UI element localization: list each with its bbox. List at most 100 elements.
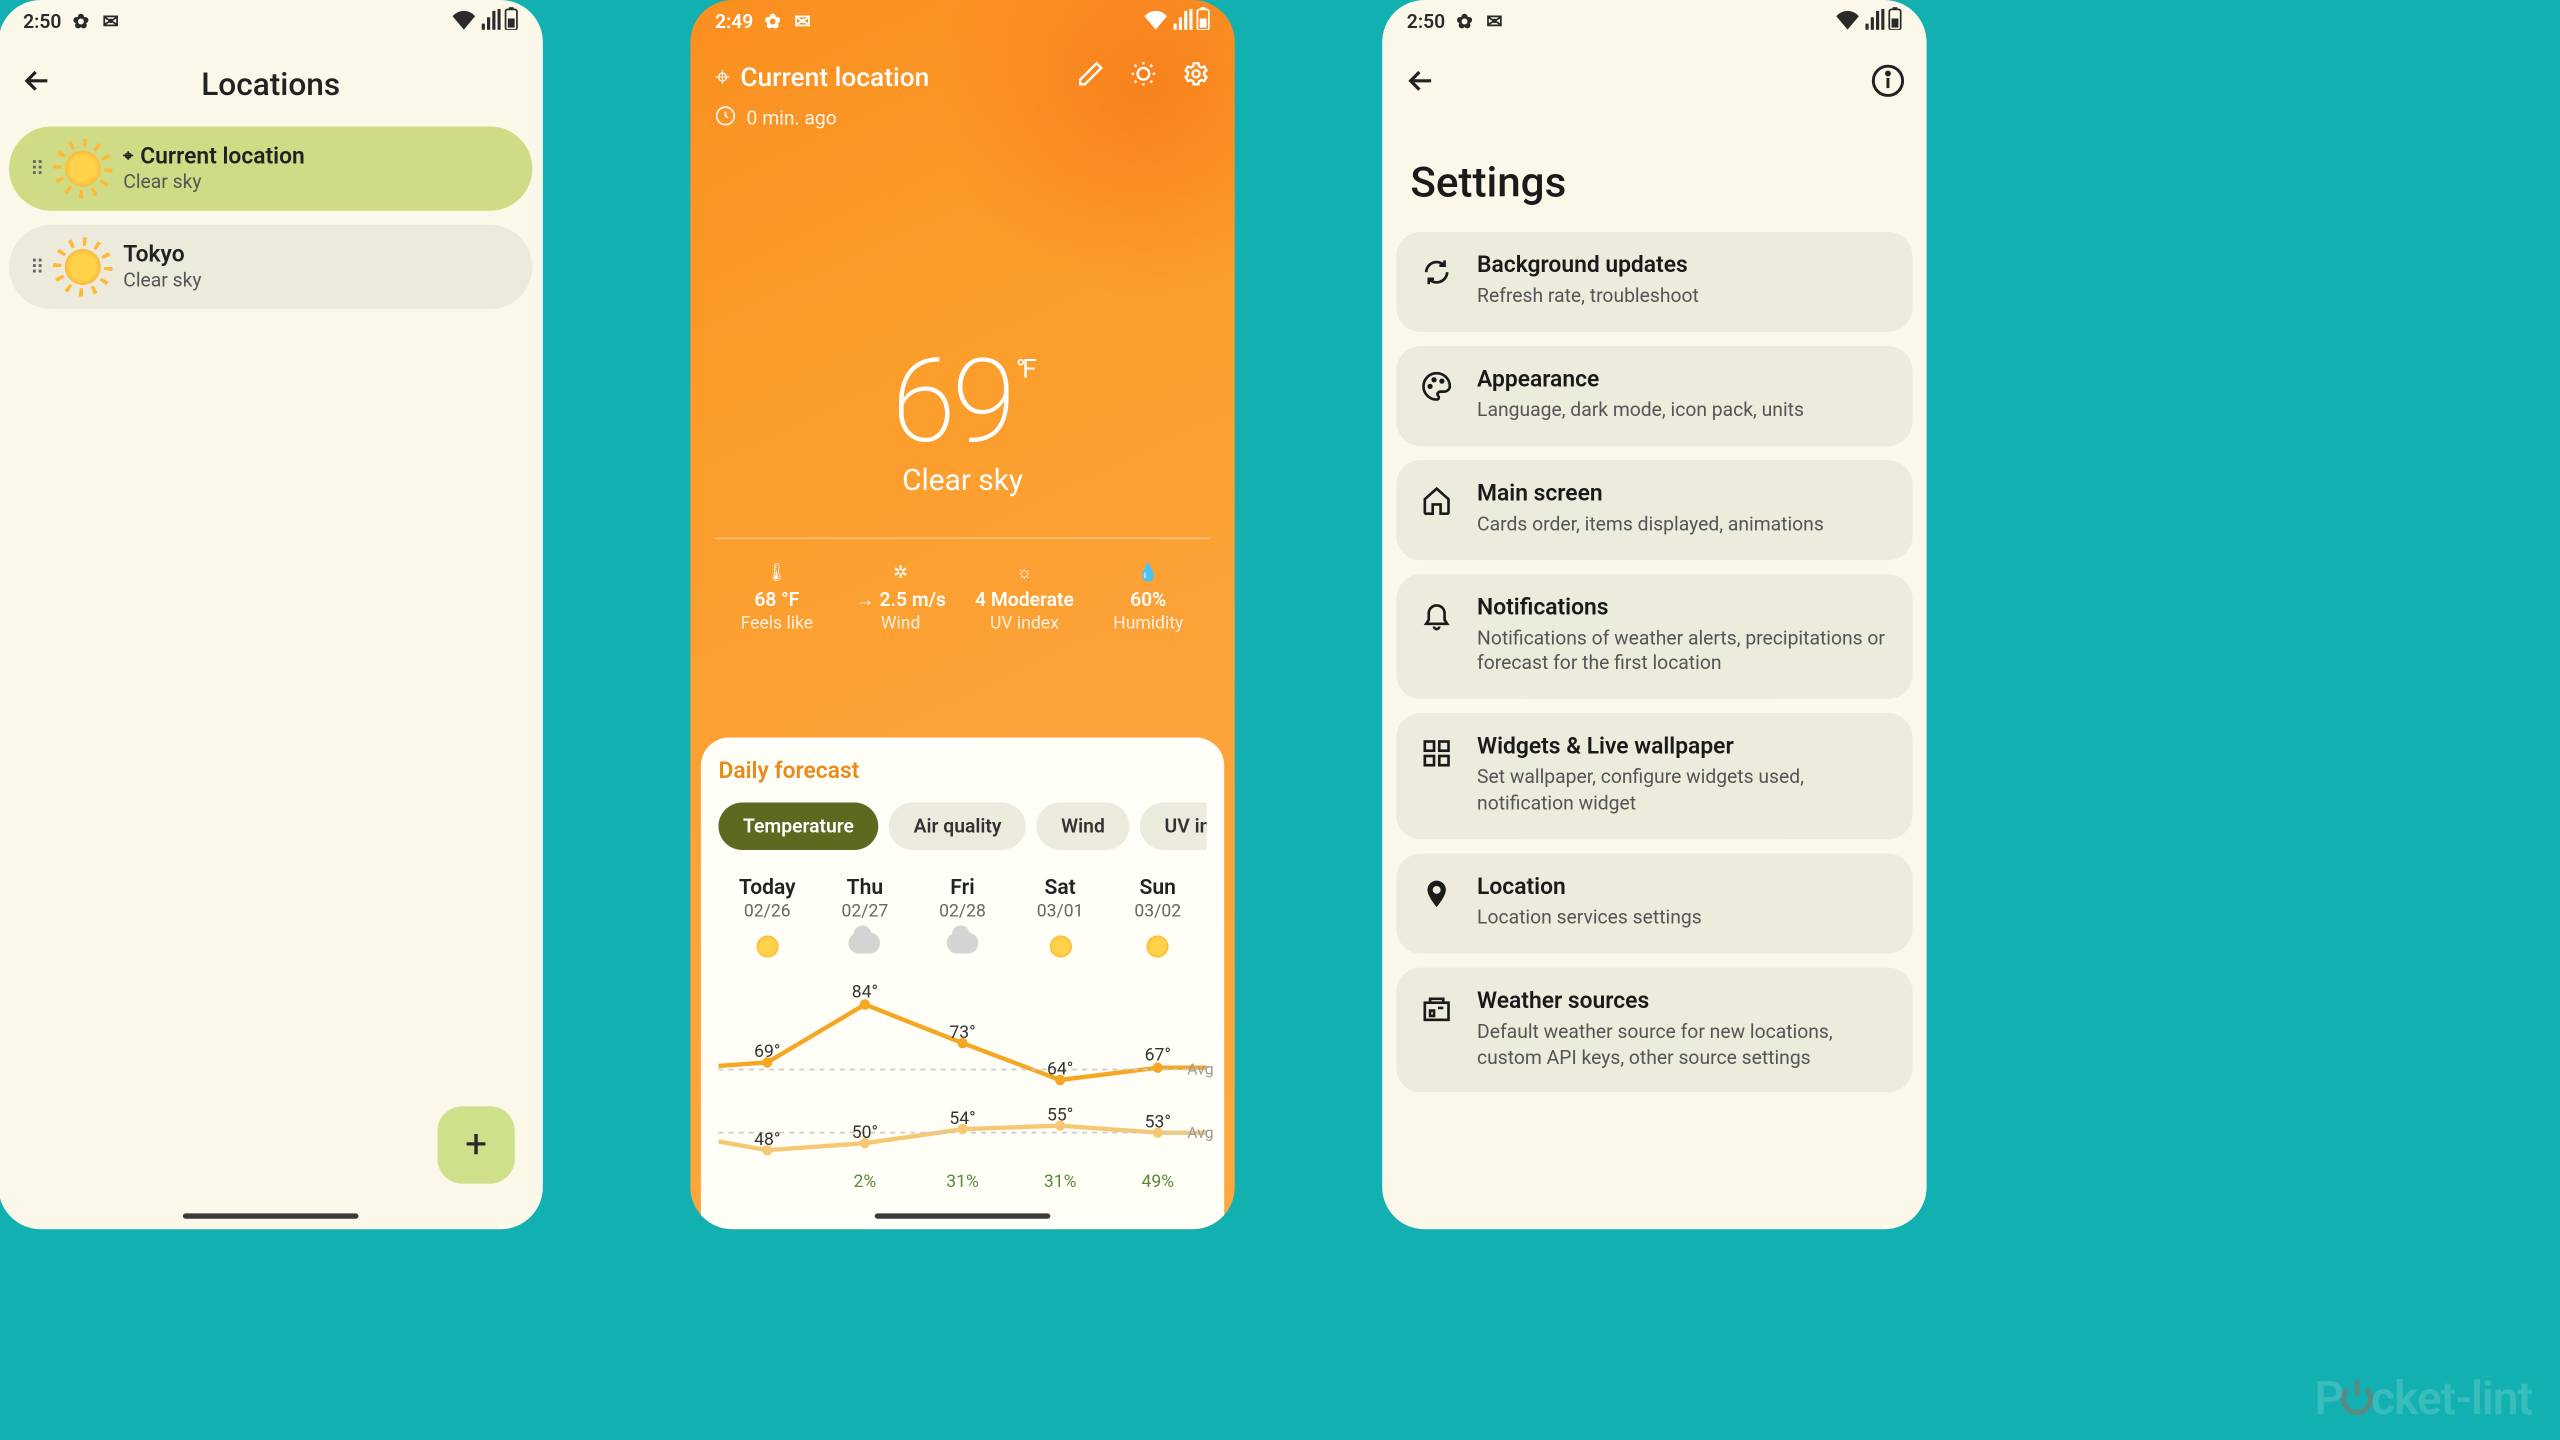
wifi-icon [1835,8,1860,34]
drag-handle-icon[interactable]: ⠿ [30,256,42,279]
forecast-chart: 69° 84° 73° 64° 67° 48° 50° 54° 55° 53° … [718,978,1206,1189]
refresh-icon [1421,256,1453,288]
sun-icon [60,146,106,192]
wind-icon: ✲ [839,560,963,585]
settings-item-appearance[interactable]: Appearance Language, dark mode, icon pac… [1396,346,1912,446]
battery-icon [1888,7,1902,35]
day-fri[interactable]: Fri 02/28 [914,875,1012,968]
mail-icon: ✉ [792,11,813,32]
avg-label-hi: Avg [1187,1062,1213,1080]
theme-button[interactable] [1129,60,1157,95]
location-title: Current location [140,144,305,170]
updated-text: 0 min. ago [747,107,837,130]
settings-item-title: Weather sources [1477,988,1888,1014]
target-icon: ⌖ [715,61,730,93]
settings-button[interactable] [1182,60,1210,95]
bell-icon [1421,598,1453,630]
location-condition: Clear sky [123,269,201,292]
settings-item-notifications[interactable]: Notifications Notifications of weather a… [1396,573,1912,699]
settings-item-subtitle: Refresh rate, troubleshoot [1477,285,1888,311]
settings-item-background-updates[interactable]: Background updates Refresh rate, trouble… [1396,232,1912,332]
location-condition: Clear sky [123,170,304,193]
stat-humidity: 💧 60% Humidity [1086,560,1210,634]
cloud-icon [947,932,979,953]
day-today[interactable]: Today 02/26 [718,875,816,968]
phone-weather: 2:49 ✿ ✉ ⌖ Current location [690,0,1234,1229]
temp-hi-0: 69° [754,1043,780,1062]
status-bar: 2:50 ✿ ✉ [0,0,543,42]
phone-settings: 2:50 ✿ ✉ [1382,0,1926,1229]
edit-button[interactable] [1077,60,1105,95]
power-icon [2341,1383,2373,1415]
temp-lo-4: 53° [1145,1113,1171,1132]
forecast-tabs: Temperature Air quality Wind UV index [718,803,1206,850]
location-item-current[interactable]: ⠿ ⌖ Current location Clear sky [9,126,532,210]
settings-item-subtitle: Default weather source for new locations… [1477,1020,1888,1072]
chip-air-quality[interactable]: Air quality [889,803,1026,850]
settings-item-title: Appearance [1477,367,1888,393]
chip-wind[interactable]: Wind [1037,803,1130,850]
dnd-icon: ✿ [762,11,783,32]
settings-item-subtitle: Notifications of weather alerts, precipi… [1477,626,1888,678]
forecast-title: Daily forecast [718,759,1206,785]
last-updated: 0 min. ago [690,95,1234,142]
temp-lo-1: 50° [852,1123,878,1142]
settings-item-location[interactable]: Location Location services settings [1396,853,1912,953]
page-title: Locations [201,66,340,103]
appbar: Locations [0,42,543,126]
location-title: Tokyo [123,242,184,268]
temp-hi-4: 67° [1145,1047,1171,1066]
location-icon [1421,878,1453,910]
phone-locations: 2:50 ✿ ✉ Locations [0,0,543,1229]
current-location-selector[interactable]: ⌖ Current location [715,61,929,93]
temp-lo-3: 55° [1047,1106,1073,1125]
precip-pct-2: 31% [946,1173,979,1192]
back-button[interactable] [20,63,55,105]
add-location-fab[interactable]: + [437,1106,514,1183]
settings-item-title: Background updates [1477,253,1888,279]
temp-hi-2: 73° [949,1024,975,1043]
uv-icon: ☼ [963,560,1087,585]
temp-hi-1: 84° [852,984,878,1003]
back-button[interactable] [1403,63,1438,105]
chip-temperature[interactable]: Temperature [718,803,878,850]
wifi-icon [1143,8,1168,34]
settings-item-title: Notifications [1477,595,1888,621]
settings-item-main-screen[interactable]: Main screen Cards order, items displayed… [1396,460,1912,560]
temp-unit: °F [1016,353,1033,385]
weather-header: ⌖ Current location [690,42,1234,95]
stat-feels-like: 🌡 68 °F Feels like [715,560,839,634]
temp-hi-3: 64° [1047,1060,1073,1079]
avg-label-lo: Avg [1187,1126,1213,1144]
settings-item-widgets[interactable]: Widgets & Live wallpaper Set wallpaper, … [1396,713,1912,839]
chip-uv-index[interactable]: UV index [1140,803,1207,850]
status-bar: 2:50 ✿ ✉ [1382,0,1926,42]
temperature-display: 69 °F Clear sky [690,335,1234,498]
appbar [1382,42,1926,126]
widgets-icon [1421,738,1453,770]
location-item-tokyo[interactable]: ⠿ Tokyo Clear sky [9,225,532,309]
status-bar: 2:49 ✿ ✉ [690,0,1234,42]
home-icon [1421,484,1453,516]
temp-value: 69 [892,335,1013,470]
day-sat[interactable]: Sat 03/01 [1011,875,1109,968]
info-button[interactable] [1870,63,1905,105]
settings-item-title: Main screen [1477,481,1888,507]
sun-icon [60,244,106,290]
stat-wind: ✲ → 2.5 m/s Wind [839,560,963,634]
wifi-icon [452,8,477,34]
nav-bar [183,1213,359,1218]
precip-pct-3: 31% [1044,1173,1077,1192]
day-thu[interactable]: Thu 02/27 [816,875,914,968]
battery-icon [504,7,518,35]
condition-text: Clear sky [690,464,1234,499]
drag-handle-icon[interactable]: ⠿ [30,157,42,180]
precip-pct-1: 2% [854,1173,877,1192]
signal-icon [1172,8,1193,34]
settings-item-subtitle: Cards order, items displayed, animations [1477,512,1888,538]
day-sun[interactable]: Sun 03/02 [1109,875,1207,968]
stat-uv: ☼ 4 Moderate UV index [963,560,1087,634]
settings-item-weather-sources[interactable]: Weather sources Default weather source f… [1396,967,1912,1093]
sun-icon [753,932,781,960]
settings-item-subtitle: Language, dark mode, icon pack, units [1477,398,1888,424]
